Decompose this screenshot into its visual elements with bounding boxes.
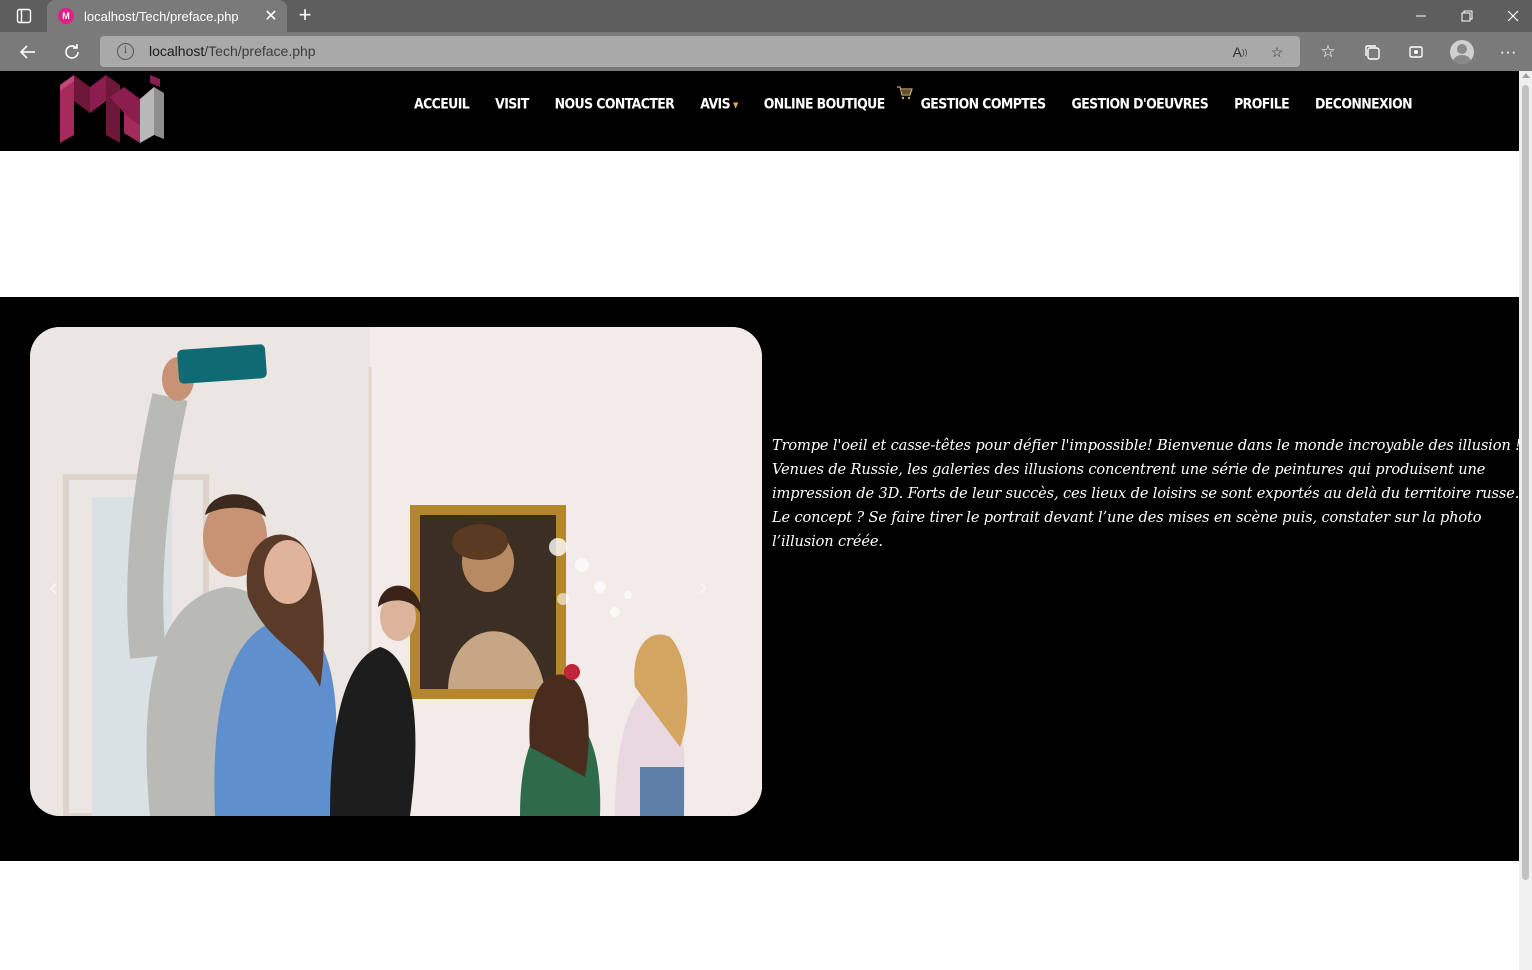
profile-avatar[interactable] bbox=[1450, 40, 1474, 64]
dropdown-caret-icon: ▼ bbox=[732, 99, 738, 109]
intro-paragraph: Trompe l'oeil et casse-têtes pour défier… bbox=[772, 437, 1519, 550]
back-arrow-icon[interactable] bbox=[14, 38, 42, 66]
url-text[interactable]: localhost/Tech/preface.php bbox=[149, 43, 316, 59]
tab-actions-icon[interactable] bbox=[10, 6, 38, 26]
page-viewport: ACCEUIL VISIT NOUS CONTACTER AVIS ▼ ONLIN… bbox=[0, 71, 1519, 970]
site-navigation: ACCEUIL VISIT NOUS CONTACTER AVIS ▼ ONLIN… bbox=[0, 71, 1519, 151]
url-path: /Tech/preface.php bbox=[204, 43, 316, 59]
main-menu: ACCEUIL VISIT NOUS CONTACTER AVIS ▼ ONLIN… bbox=[414, 85, 1438, 112]
menu-item-nous-contacter[interactable]: NOUS CONTACTER bbox=[555, 95, 675, 112]
carousel-prev-icon[interactable]: ‹ bbox=[48, 573, 58, 603]
menu-item-avis-group[interactable]: AVIS ▼ bbox=[700, 95, 738, 112]
site-favicon-icon: M bbox=[58, 8, 74, 24]
shopping-cart-icon[interactable] bbox=[896, 85, 913, 105]
menu-item-visit[interactable]: VISIT bbox=[495, 95, 529, 112]
menu-item-deconnexion[interactable]: DECONNEXION bbox=[1315, 95, 1413, 112]
browser-tab-bar: M localhost/Tech/preface.php ✕ + bbox=[0, 0, 1532, 32]
browser-toolbar: i localhost/Tech/preface.php A)) ☆ ☆ ··· bbox=[0, 32, 1532, 71]
image-carousel: ‹ › bbox=[30, 327, 762, 816]
scroll-thumb[interactable] bbox=[1522, 85, 1529, 880]
site-info-icon[interactable]: i bbox=[117, 43, 134, 60]
browser-tab-active[interactable]: M localhost/Tech/preface.php ✕ bbox=[47, 0, 287, 32]
menu-item-gestion-comptes[interactable]: GESTION COMPTES bbox=[921, 95, 1046, 112]
page-scrollbar[interactable] bbox=[1519, 71, 1532, 970]
more-options-icon[interactable]: ··· bbox=[1494, 38, 1522, 66]
menu-item-avis[interactable]: AVIS bbox=[700, 95, 730, 112]
menu-item-profile[interactable]: PROFILE bbox=[1234, 95, 1290, 112]
favorites-icon[interactable]: ☆ bbox=[1314, 38, 1342, 66]
url-host: localhost bbox=[149, 43, 205, 59]
carousel-photo bbox=[30, 327, 762, 816]
read-aloud-icon[interactable]: A)) bbox=[1229, 41, 1251, 63]
browser-essentials-icon[interactable] bbox=[1402, 38, 1430, 66]
menu-item-online-boutique[interactable]: ONLINE BOUTIQUE bbox=[764, 95, 885, 112]
menu-item-gestion-oeuvres[interactable]: GESTION D'OEUVRES bbox=[1072, 95, 1209, 112]
collections-icon[interactable] bbox=[1358, 38, 1386, 66]
close-window-button[interactable] bbox=[1490, 0, 1532, 32]
restore-button[interactable] bbox=[1444, 0, 1490, 32]
minimize-button[interactable] bbox=[1398, 0, 1444, 32]
scroll-up-icon[interactable] bbox=[1522, 73, 1530, 78]
site-logo[interactable] bbox=[60, 73, 164, 143]
hero-section: ‹ › Trompe l'oeil et casse-têtes pour dé… bbox=[0, 297, 1519, 861]
menu-item-acceuil[interactable]: ACCEUIL bbox=[414, 95, 470, 112]
tab-title: localhost/Tech/preface.php bbox=[84, 8, 239, 24]
new-tab-button[interactable]: + bbox=[292, 4, 318, 28]
tab-close-icon[interactable]: ✕ bbox=[259, 4, 283, 28]
carousel-next-icon[interactable]: › bbox=[698, 573, 708, 603]
add-favorite-icon[interactable]: ☆ bbox=[1266, 41, 1288, 63]
refresh-icon[interactable] bbox=[58, 38, 86, 66]
address-bar[interactable]: i localhost/Tech/preface.php A)) ☆ bbox=[100, 36, 1300, 67]
